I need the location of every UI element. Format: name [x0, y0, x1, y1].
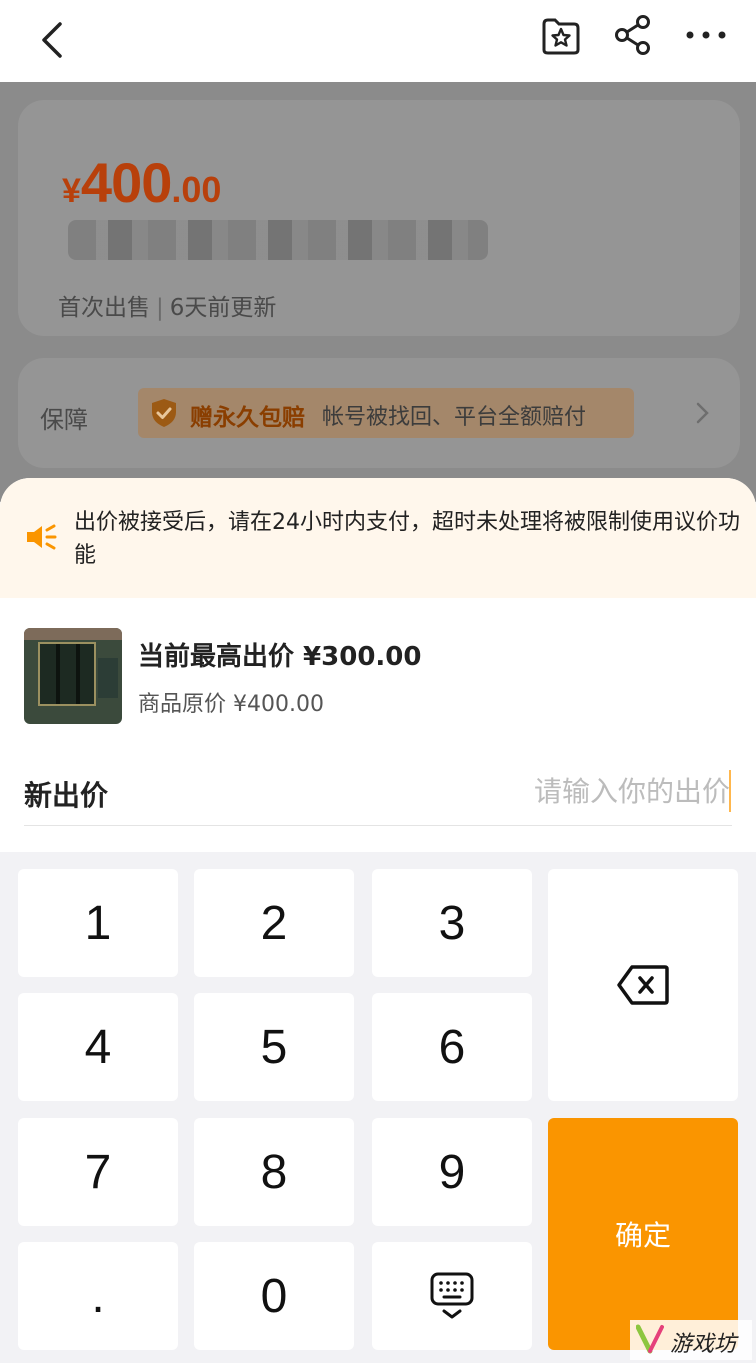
more-button[interactable]	[684, 24, 728, 46]
chevron-right-icon	[696, 402, 709, 424]
notice-bar: 出价被接受后，请在24小时内支付，超时未处理将被限制使用议价功能	[0, 478, 756, 598]
chevron-left-icon	[42, 22, 62, 58]
watermark-logo-icon	[636, 1324, 664, 1354]
key-1[interactable]: 1	[18, 869, 178, 977]
watermark-text: 游戏坊	[670, 1332, 737, 1357]
offer-sheet: 出价被接受后，请在24小时内支付，超时未处理将被限制使用议价功能 当前最高出价 …	[0, 478, 756, 1363]
key-5[interactable]: 5	[194, 993, 354, 1101]
product-thumbnail	[24, 628, 122, 724]
key-6[interactable]: 6	[372, 993, 532, 1101]
top-nav-bar	[0, 0, 756, 82]
confirm-button[interactable]: 确定	[548, 1118, 738, 1350]
back-button[interactable]	[36, 20, 72, 60]
guarantee-badge: 赠永久包赔 帐号被找回、平台全额赔付	[138, 388, 634, 438]
original-price: 商品原价 ¥400.00	[138, 692, 324, 717]
key-3[interactable]: 3	[372, 869, 532, 977]
key-9[interactable]: 9	[372, 1118, 532, 1226]
favorite-button[interactable]	[540, 16, 582, 56]
listing-price: ¥400.00	[62, 150, 221, 215]
speaker-icon	[27, 524, 57, 550]
keyboard-hide-icon	[430, 1272, 474, 1319]
price-currency: ¥	[62, 172, 81, 210]
current-highest-bid: 当前最高出价 ¥300.00	[138, 642, 422, 672]
guarantee-label: 保障	[40, 406, 88, 434]
key-8[interactable]: 8	[194, 1118, 354, 1226]
share-icon	[615, 15, 650, 55]
guarantee-card[interactable]: 保障 赠永久包赔 帐号被找回、平台全额赔付	[18, 358, 740, 468]
key-dot[interactable]: .	[18, 1242, 178, 1350]
star-folder-icon	[542, 18, 580, 55]
listing-price-card: ¥400.00 首次出售 | 6天前更新	[18, 100, 740, 336]
guarantee-title: 赠永久包赔	[190, 405, 305, 431]
key-0[interactable]: 0	[194, 1242, 354, 1350]
guarantee-desc: 帐号被找回、平台全额赔付	[322, 405, 587, 430]
price-integer: 400	[80, 151, 172, 214]
offer-panel: 当前最高出价 ¥300.00 商品原价 ¥400.00 新出价	[0, 598, 756, 858]
divider	[24, 825, 732, 826]
price-decimal: .00	[171, 169, 222, 210]
more-dots-icon	[686, 31, 726, 39]
updated-label: 6天前更新	[169, 295, 277, 321]
shield-icon	[152, 399, 176, 427]
numeric-keypad: 1 2 3 4 5 6 7 8 9 确定 . 0	[0, 852, 756, 1363]
background-overlay[interactable]: ¥400.00 首次出售 | 6天前更新 保障 赠永久包赔 帐号被找回、平台全额赔付	[0, 82, 756, 502]
bid-input[interactable]	[380, 768, 730, 814]
notice-text: 出价被接受后，请在24小时内支付，超时未处理将被限制使用议价功能	[74, 510, 740, 568]
key-7[interactable]: 7	[18, 1118, 178, 1226]
new-bid-label: 新出价	[24, 779, 109, 812]
thumb-header	[24, 628, 122, 640]
share-button[interactable]	[613, 14, 653, 56]
separator: |	[156, 295, 164, 321]
first-sale-label: 首次出售	[58, 295, 150, 321]
thumb-grid	[38, 642, 96, 706]
key-4[interactable]: 4	[18, 993, 178, 1101]
watermark: 游戏坊	[630, 1320, 752, 1360]
blurred-title	[68, 220, 488, 260]
thumb-side	[98, 658, 118, 698]
key-2[interactable]: 2	[194, 869, 354, 977]
backspace-key[interactable]	[548, 869, 738, 1101]
listing-subline: 首次出售 | 6天前更新	[58, 288, 276, 322]
hide-keyboard-key[interactable]	[372, 1242, 532, 1350]
backspace-icon	[617, 965, 669, 1005]
text-caret	[729, 770, 731, 812]
